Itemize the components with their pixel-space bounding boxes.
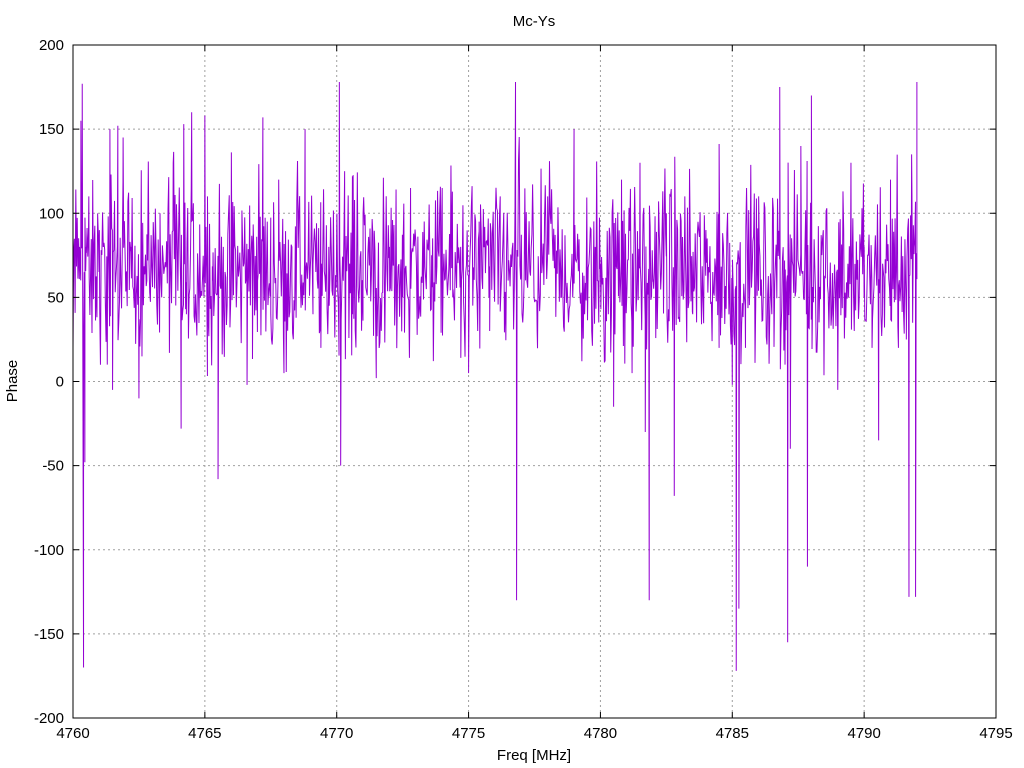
grid-lines [73,45,996,718]
x-axis-label: Freq [MHz] [497,747,571,764]
x-tick-label: 4765 [188,725,221,742]
y-tick-label: 200 [39,37,64,54]
x-tick-label: 4790 [847,725,880,742]
x-tick-label: 4760 [56,725,89,742]
y-tick-label: 100 [39,205,64,222]
y-tick-labels: -200 -150 -100 -50 0 50 100 150 200 [34,37,64,727]
x-tick-label: 4775 [452,725,485,742]
x-tick-label: 4795 [979,725,1012,742]
y-axis-label: Phase [4,360,21,403]
x-tick-label: 4780 [584,725,617,742]
x-tick-label: 4770 [320,725,353,742]
chart-title: Mc-Ys [513,13,556,30]
series-layer [72,82,918,671]
chart: 4760 4765 4770 4775 4780 4785 4790 4795 -200 -15… [4,13,1013,764]
x-tick-labels: 4760 4765 4770 4775 4780 4785 4790 4795 [56,725,1012,742]
y-tick-label: -200 [34,710,64,727]
x-tick-label: 4785 [716,725,749,742]
y-tick-label: -150 [34,626,64,643]
y-tick-label: -100 [34,542,64,559]
series-line [72,82,918,671]
y-tick-label: 0 [56,374,64,391]
y-tick-label: 150 [39,121,64,138]
y-tick-label: 50 [47,289,64,306]
y-tick-label: -50 [42,458,64,475]
